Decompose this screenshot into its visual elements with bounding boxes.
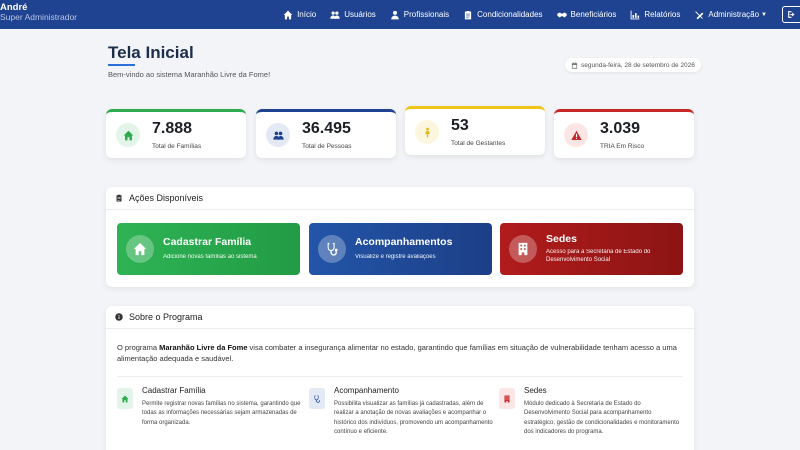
nav-item-condicionalidades[interactable]: Condicionalidades <box>456 0 549 29</box>
stat-card-gestantes: 53 Total de Gestantes <box>405 106 545 155</box>
feature-icon-wrap <box>309 388 325 409</box>
info-icon <box>115 313 123 321</box>
building-icon <box>518 242 528 256</box>
date-badge: segunda-feira, 28 de setembro de 2026 <box>565 58 701 72</box>
nav-menu: Início Usuários Profissionais Condiciona… <box>276 0 774 29</box>
nav-item-beneficiarios[interactable]: Beneficiários <box>550 0 624 29</box>
title-underline <box>108 64 135 66</box>
nav-item-label: Administração <box>708 10 760 19</box>
stat-value: 53 <box>451 117 469 134</box>
nav-item-label: Beneficiários <box>570 10 617 19</box>
section-title: Sobre o Programa <box>129 312 203 322</box>
about-text-start: O programa <box>117 343 160 352</box>
feature-desc: Módulo dedicado à Secretaria de Estado d… <box>524 401 680 435</box>
stat-card-pessoas: 36.495 Total de Pessoas <box>256 109 396 158</box>
stat-label: Total de Pessoas <box>302 143 352 150</box>
section-title: Ações Disponíveis <box>129 193 204 203</box>
actions-section: Ações Disponíveis Cadastrar Família Adic… <box>106 187 694 287</box>
feature-desc: Permite registrar novas famílias no sist… <box>142 401 301 426</box>
feature-title: Sedes <box>524 386 547 395</box>
stat-icon-wrap <box>564 123 588 147</box>
about-header: Sobre o Programa <box>106 306 694 329</box>
pregnant-icon <box>424 127 430 137</box>
user-icon <box>391 10 399 19</box>
nav-item-usuarios[interactable]: Usuários <box>323 0 383 29</box>
nav-item-label: Início <box>297 10 317 19</box>
sedes-button[interactable]: Sedes Acesso para a Secretaria de Estado… <box>500 223 683 275</box>
action-desc: Acesso para a Secretaria de Estado do De… <box>546 249 651 264</box>
stat-card-familias: 7.888 Total de Famílias <box>106 109 246 158</box>
feature-icon-wrap <box>117 388 133 409</box>
home-icon <box>121 395 129 402</box>
stat-value: 7.888 <box>152 120 193 137</box>
nav-item-profissionais[interactable]: Profissionais <box>383 0 456 29</box>
nav-item-relatorios[interactable]: Relatórios <box>623 0 687 29</box>
stat-label: TRIA Em Risco <box>600 143 645 150</box>
nav-item-label: Condicionalidades <box>477 10 543 19</box>
action-title: Acompanhamentos <box>355 236 453 248</box>
feature-desc: Possibilita visualizar as famílias já ca… <box>334 401 493 435</box>
logout-icon <box>788 11 795 18</box>
feature-title: Cadastrar Família <box>142 386 206 395</box>
users-icon <box>272 131 284 140</box>
home-icon <box>133 242 147 256</box>
stat-icon-wrap <box>266 123 290 147</box>
stat-label: Total de Gestantes <box>451 140 506 147</box>
warning-icon <box>570 130 582 140</box>
cadastrar-familia-button[interactable]: Cadastrar Família Adicione novas família… <box>117 223 300 275</box>
action-icon-wrap <box>509 235 537 263</box>
handshake-icon <box>556 12 567 17</box>
home-icon <box>283 10 293 19</box>
user-info: André Super Administrador <box>0 2 78 23</box>
action-icon-wrap <box>126 235 154 263</box>
acompanhamentos-button[interactable]: Acompanhamentos Visualize e registre ava… <box>309 223 492 275</box>
clipboard-list-icon <box>116 194 122 202</box>
top-navbar: André Super Administrador Início Usuário… <box>0 0 800 29</box>
chevron-down-icon: ▼ <box>761 11 767 18</box>
stat-value: 3.039 <box>600 120 641 137</box>
action-desc: Visualize e registre avaliações <box>355 254 436 260</box>
stat-value: 36.495 <box>302 120 351 137</box>
stat-icon-wrap <box>415 120 439 144</box>
feature-title: Acompanhamento <box>334 386 399 395</box>
home-icon <box>123 130 133 140</box>
action-icon-wrap <box>318 235 346 263</box>
chart-icon <box>630 10 640 19</box>
actions-header: Ações Disponíveis <box>106 187 694 210</box>
nav-item-inicio[interactable]: Início <box>276 0 323 29</box>
current-date: segunda-feira, 28 de setembro de 2026 <box>581 61 695 69</box>
divider <box>117 376 683 377</box>
calendar-icon <box>571 61 578 69</box>
building-icon <box>504 395 510 402</box>
nav-item-label: Profissionais <box>403 10 450 19</box>
action-title: Sedes <box>546 233 577 245</box>
nav-item-label: Relatórios <box>644 10 681 19</box>
action-desc: Adicione novas famílias ao sistema <box>163 254 257 260</box>
page-title: Tela Inicial <box>108 43 194 62</box>
stethoscope-icon <box>314 395 320 403</box>
action-title: Cadastrar Família <box>163 236 252 248</box>
stat-icon-wrap <box>116 123 140 147</box>
users-icon <box>330 11 340 19</box>
feature-icon-wrap <box>499 388 515 409</box>
user-role: Super Administrador <box>0 12 78 23</box>
page-subtitle: Bem-vindo ao sistema Maranhão Livre da F… <box>108 70 271 79</box>
nav-item-administracao[interactable]: Administração ▼ <box>687 0 774 29</box>
stat-card-tria-risco: 3.039 TRIA Em Risco <box>554 109 694 158</box>
stethoscope-icon <box>327 242 338 256</box>
tools-icon <box>695 10 704 19</box>
program-name: Maranhão Livre da Fome <box>159 343 248 352</box>
clipboard-icon <box>465 10 472 19</box>
nav-item-label: Usuários <box>344 10 376 19</box>
stat-label: Total de Famílias <box>152 143 202 150</box>
about-section: Sobre o Programa O programa Maranhão Liv… <box>106 306 694 450</box>
about-description: O programa Maranhão Livre da Fome visa c… <box>117 343 677 365</box>
logout-button[interactable] <box>782 6 800 23</box>
